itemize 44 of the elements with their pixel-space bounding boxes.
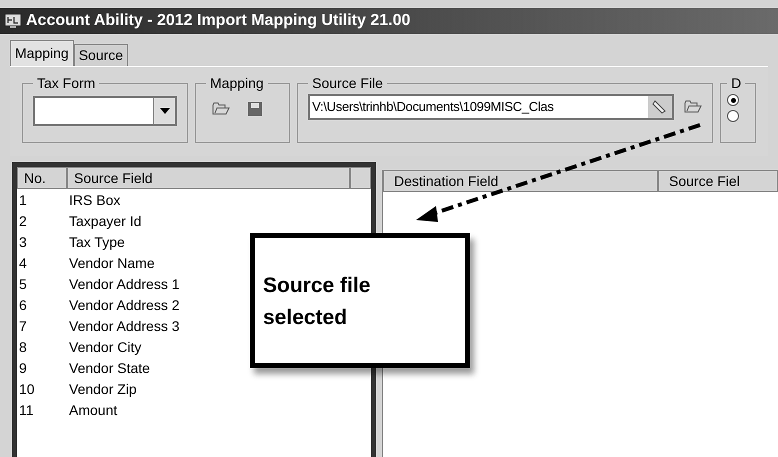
clear-icon[interactable] bbox=[652, 99, 668, 115]
source-field-cell-text: Vendor Address 3 bbox=[69, 317, 180, 336]
tab[interactable]: Source bbox=[74, 44, 128, 66]
source-field-cell-text: Amount bbox=[69, 401, 118, 420]
callout-text: Source file selected bbox=[263, 273, 372, 331]
group-label: Tax Form bbox=[36, 74, 96, 93]
row-number: 5 bbox=[18, 275, 28, 294]
column-header[interactable]: Source Fiel bbox=[658, 170, 778, 192]
column-header[interactable]: Source Field bbox=[67, 167, 350, 189]
tax-form-dropdown[interactable] bbox=[33, 96, 177, 126]
source-field-cell-text: Vendor Zip bbox=[69, 380, 137, 399]
source-field-cell-text: Vendor City bbox=[69, 338, 142, 357]
row-number: 10 bbox=[18, 380, 36, 399]
source-field-cell-text: Tax Type bbox=[69, 233, 125, 252]
source-field-cell-text: Vendor Address 1 bbox=[69, 275, 180, 294]
column-header[interactable]: No. bbox=[17, 167, 67, 189]
source-file-field[interactable]: V:\Users\trinhb\Documents\1099MISC_Clas bbox=[308, 94, 674, 120]
row-number: 6 bbox=[18, 296, 28, 315]
tab[interactable]: Mapping bbox=[10, 40, 74, 66]
folder-icon[interactable] bbox=[684, 100, 702, 114]
group-label: Source File bbox=[311, 74, 384, 93]
source-field-cell-text: Vendor Name bbox=[69, 254, 155, 273]
source-field-cell-text: Vendor State bbox=[69, 359, 150, 378]
source-field-cell-text: IRS Box bbox=[69, 191, 120, 210]
folder-icon[interactable] bbox=[212, 102, 230, 116]
radio-button[interactable] bbox=[727, 94, 740, 106]
save-icon[interactable] bbox=[248, 102, 262, 116]
row-number: 7 bbox=[18, 317, 28, 336]
column-header[interactable]: Destination Field bbox=[383, 170, 658, 192]
caret-icon bbox=[160, 108, 170, 114]
row-number: 11 bbox=[18, 401, 35, 420]
radio-button[interactable] bbox=[727, 110, 740, 122]
row-number: 4 bbox=[18, 254, 28, 273]
source-field-cell-text: Taxpayer Id bbox=[69, 212, 142, 231]
row-number: 8 bbox=[18, 338, 28, 357]
row-number: 3 bbox=[18, 233, 28, 252]
row-number: 2 bbox=[18, 212, 28, 231]
row-number: 9 bbox=[18, 359, 28, 378]
row-number: 1 bbox=[18, 191, 28, 210]
app-icon bbox=[4, 13, 22, 29]
group-label: D bbox=[730, 74, 742, 93]
group-label: Mapping bbox=[209, 74, 265, 93]
source-field-cell-text: Vendor Address 2 bbox=[69, 296, 180, 315]
window-title: Account Ability - 2012 Import Mapping Utility 21.00 bbox=[26, 11, 410, 31]
